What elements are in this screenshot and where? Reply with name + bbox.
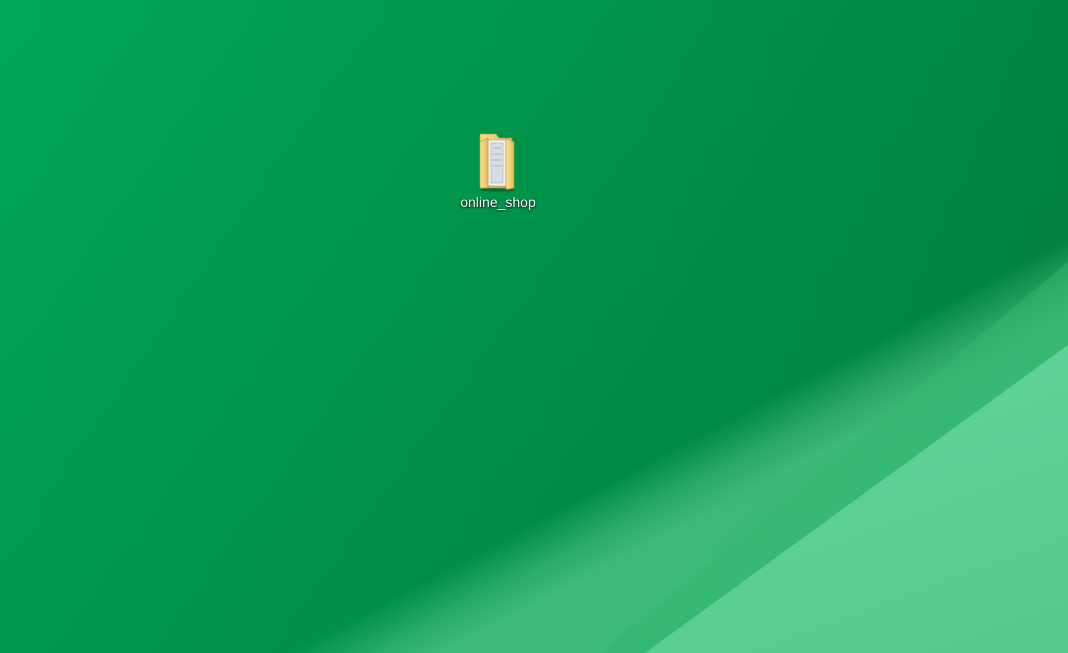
folder-icon	[479, 133, 516, 192]
wallpaper-glare-band	[645, 345, 1068, 653]
desktop-icon-online-shop[interactable]: online_shop	[448, 126, 548, 218]
wallpaper-shade	[0, 0, 1068, 653]
wallpaper-glare-edge	[600, 262, 1068, 653]
desktop-icon-label: online_shop	[460, 194, 536, 210]
desktop-background[interactable]: online_shop	[0, 0, 1068, 653]
wallpaper-glare	[0, 0, 1068, 653]
